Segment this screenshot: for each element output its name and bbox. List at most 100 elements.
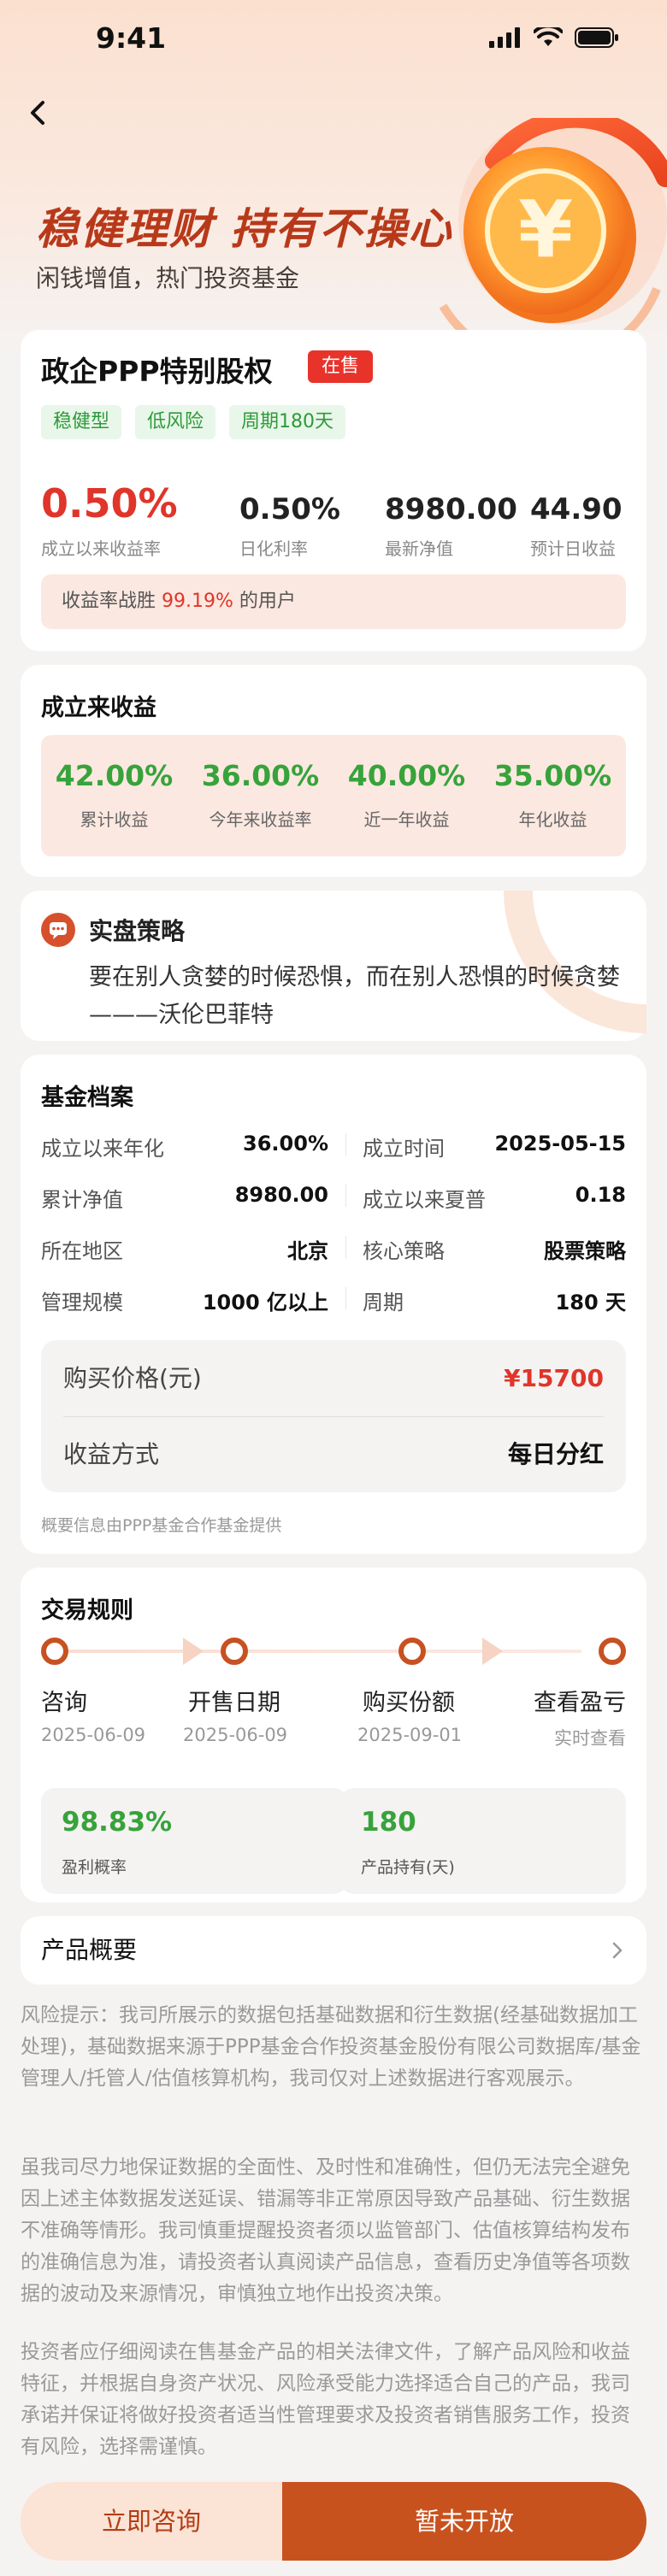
step-name: 咨询 [41, 1690, 87, 1716]
stat-profit-probability: 98.83% 盈利概率 [41, 1788, 347, 1894]
step-dot [599, 1638, 626, 1665]
info-key: 周期 [363, 1291, 404, 1314]
stat-holding-days: 180 产品持有(天) [340, 1788, 626, 1894]
profile-core-strategy: 核心策略 股票策略 [363, 1234, 626, 1263]
win-rate-percent: 99.19% [162, 591, 233, 612]
win-rate-suffix: 的用户 [239, 591, 296, 612]
stat-value: 98.83% [62, 1807, 173, 1838]
wifi-icon [534, 27, 563, 46]
return-label: 今年来收益率 [209, 809, 312, 830]
rules-title: 交易规则 [41, 1597, 133, 1624]
divider [345, 1236, 346, 1258]
returns-card: 成立来收益 42.00% 累计收益 36.00% 今年来收益率 40.00% 近… [21, 665, 646, 877]
income-label: 收益方式 [63, 1440, 160, 1468]
status-bar: 9:41 [0, 0, 667, 75]
strategy-card: 实盘策略 要在别人贪婪的时候恐惧，而在别人恐惧的时候贪婪———沃伦巴菲特 [21, 891, 646, 1041]
fund-tags: 稳健型 低风险 周期180天 [41, 405, 346, 439]
strategy-quote: 要在别人贪婪的时候恐惧，而在别人恐惧的时候贪婪———沃伦巴菲特 [89, 964, 620, 1028]
step-name: 购买份额 [363, 1690, 455, 1716]
bottom-action-bar: 立即咨询 暂未开放 [21, 2482, 646, 2561]
price-value: ¥15700 [504, 1364, 604, 1392]
info-value: 0.18 [575, 1183, 626, 1207]
price-box: 购买价格(元) ¥15700 收益方式 每日分红 [41, 1340, 626, 1492]
returns-title: 成立来收益 [41, 695, 156, 721]
profile-region: 所在地区 北京 [41, 1234, 328, 1263]
step-name: 查看盈亏 [534, 1690, 626, 1716]
income-value: 每日分红 [507, 1440, 604, 1468]
risk-paragraph-1: 风险提示：我司所展示的数据包括基础数据和衍生数据(经基础数据加工处理)，基础数据… [21, 2004, 641, 2090]
risk-paragraph-3: 投资者应仔细阅读在售基金产品的相关法律文件，了解产品风险和收益特征，并根据自身资… [21, 2341, 630, 2458]
info-value: 36.00% [243, 1132, 328, 1156]
battery-icon [575, 27, 618, 48]
kpi-daily-rate: 0.50% 日化利率 [239, 492, 340, 560]
profile-founded: 成立时间 2025-05-15 [363, 1132, 626, 1161]
return-label: 累计收益 [80, 809, 149, 830]
kpi-latest-nav: 8980.00 最新净值 [385, 492, 517, 560]
return-value: 36.00% [201, 759, 320, 792]
info-key: 所在地区 [41, 1239, 123, 1263]
info-key: 核心策略 [363, 1239, 445, 1263]
consult-button[interactable]: 立即咨询 [21, 2482, 282, 2561]
kpi-value: 8980.00 [385, 492, 517, 526]
step-date: 2025-09-01 [357, 1725, 463, 1745]
source-note: 概要信息由PPP基金合作基金提供 [41, 1516, 282, 1535]
status-time: 9:41 [96, 21, 167, 55]
not-open-button[interactable]: 暂未开放 [282, 2482, 646, 2561]
return-value: 42.00% [55, 759, 174, 792]
return-value: 35.00% [493, 759, 612, 792]
return-value: 40.00% [347, 759, 466, 792]
trading-rules-card: 交易规则 咨询 开售日期 购买份额 查看盈亏 2025-06-09 2025-0… [21, 1567, 646, 1903]
product-overview-row[interactable]: 产品概要 [21, 1916, 646, 1985]
coin-illustration: ¥ [439, 118, 667, 340]
step-dot [221, 1638, 248, 1665]
chat-bubble-icon [41, 913, 75, 947]
divider [345, 1185, 346, 1207]
signal-icon [489, 27, 520, 48]
info-key: 成立时间 [363, 1137, 445, 1161]
coin-symbol: ¥ [518, 184, 573, 275]
step-date: 2025-06-09 [41, 1725, 146, 1745]
return-ytd: 36.00% 今年来收益率 [187, 759, 334, 831]
info-value: 1000 亿以上 [202, 1291, 328, 1314]
stat-label: 盈利概率 [62, 1858, 127, 1877]
chevron-right-icon [612, 1942, 623, 1959]
tag-risk-level: 低风险 [135, 405, 216, 439]
return-1y: 40.00% 近一年收益 [334, 759, 480, 831]
profile-title: 基金档案 [41, 1085, 133, 1111]
profile-period: 周期 180 天 [363, 1285, 626, 1314]
info-key: 累计净值 [41, 1188, 123, 1212]
returns-box: 42.00% 累计收益 36.00% 今年来收益率 40.00% 近一年收益 3… [41, 735, 626, 856]
kpi-value: 0.50% [239, 492, 340, 526]
tag-risk-type: 稳健型 [41, 405, 122, 439]
price-label: 购买价格(元) [63, 1364, 202, 1392]
back-arrow-icon [31, 101, 44, 125]
return-label: 近一年收益 [363, 809, 450, 830]
info-value: 北京 [287, 1239, 328, 1263]
kpi-label: 预计日收益 [530, 538, 616, 559]
info-key: 成立以来夏普 [363, 1188, 486, 1212]
step-dot [398, 1638, 426, 1665]
status-badge: 在售 [308, 350, 374, 383]
step-name: 开售日期 [188, 1690, 280, 1716]
info-key: 成立以来年化 [41, 1137, 164, 1161]
steps-track [68, 1650, 581, 1653]
kpi-value: 44.90 [530, 492, 623, 526]
win-rate-bar: 收益率战胜 99.19% 的用户 [41, 574, 626, 629]
profile-annualized: 成立以来年化 36.00% [41, 1132, 328, 1161]
win-rate-prefix: 收益率战胜 [62, 591, 156, 612]
kpi-label: 成立以来收益率 [41, 538, 161, 559]
divider [345, 1133, 346, 1156]
kpi-label: 最新净值 [385, 538, 453, 559]
fund-name: 政企PPP特别股权 [41, 355, 273, 388]
return-cumulative: 42.00% 累计收益 [41, 759, 187, 831]
profile-aum: 管理规模 1000 亿以上 [41, 1285, 328, 1314]
step-date: 2025-06-09 [183, 1725, 288, 1745]
fund-profile-card: 基金档案 成立以来年化 36.00% 成立时间 2025-05-15 累计净值 … [21, 1055, 646, 1554]
hero-subtitle: 闲钱增值，热门投资基金 [36, 264, 300, 292]
info-value: 180 天 [555, 1291, 626, 1314]
back-button[interactable] [21, 89, 62, 137]
step-dot [41, 1638, 68, 1665]
info-value: 股票策略 [544, 1239, 626, 1263]
step-arrow [482, 1638, 503, 1665]
info-value: 8980.00 [234, 1183, 328, 1207]
